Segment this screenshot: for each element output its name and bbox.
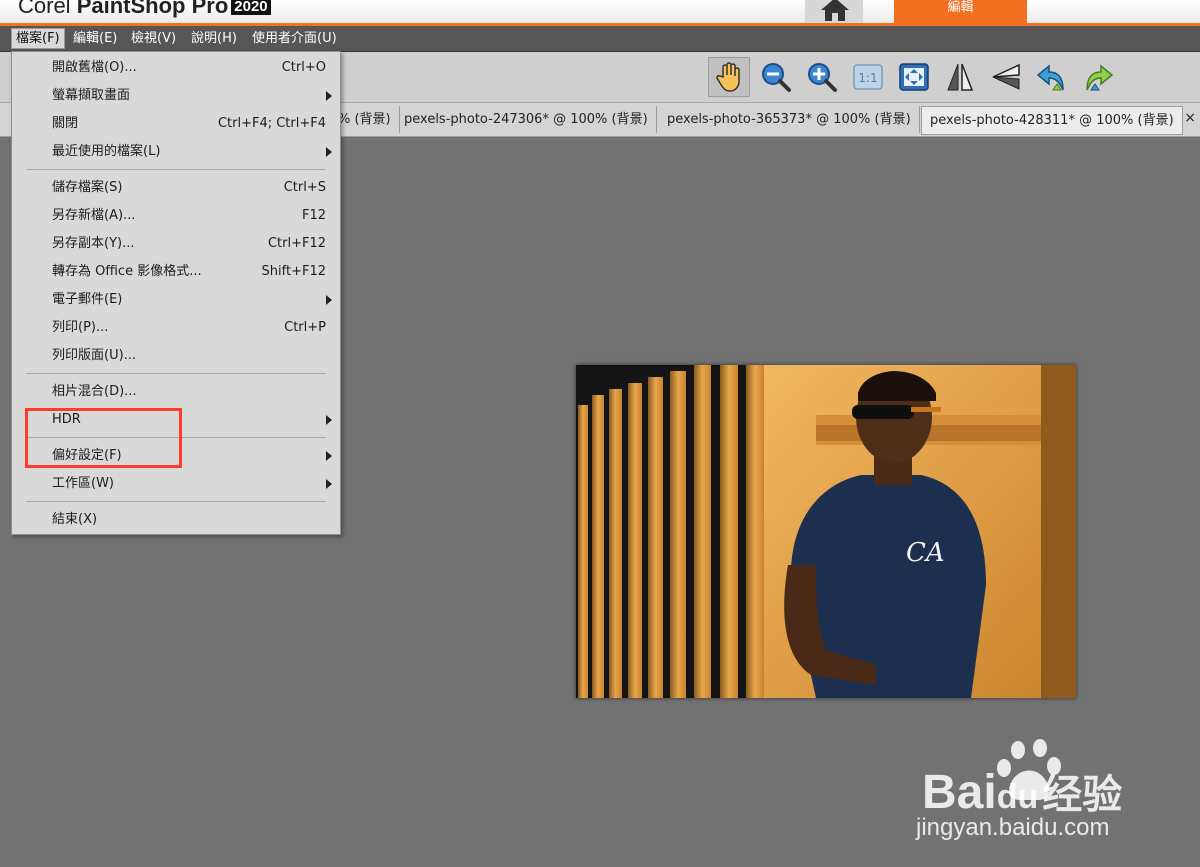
menu-edit[interactable]: 編輯(E) <box>69 29 121 48</box>
menu-export-office[interactable]: 轉存為 Office 影像格式... Shift+F12 <box>12 258 340 286</box>
menu-exit[interactable]: 結束(X) <box>12 506 340 534</box>
menu-recent-files[interactable]: 最近使用的檔案(L) <box>12 138 340 166</box>
rotate-left-button[interactable] <box>1031 57 1073 97</box>
app-logo: Corel PaintShop Pro 2020 <box>18 0 271 19</box>
menu-print-layout[interactable]: 列印版面(U)... <box>12 342 340 370</box>
doc-tab-365373[interactable]: pexels-photo-365373* @ 100% (背景) <box>659 106 920 133</box>
menu-save[interactable]: 儲存檔案(S) Ctrl+S <box>12 174 340 202</box>
menu-workspace[interactable]: 工作區(W) <box>12 470 340 498</box>
watermark-brand2: du <box>996 778 1039 816</box>
submenu-arrow-icon <box>326 91 332 101</box>
watermark-cn: 经验 <box>1042 773 1123 817</box>
home-icon <box>821 0 849 21</box>
menu-view[interactable]: 檢視(V) <box>127 29 180 48</box>
logo-brand: Corel <box>18 0 71 18</box>
fit-to-window-button[interactable] <box>893 57 935 97</box>
photo-image: CA <box>576 365 1076 698</box>
actual-size-icon: 1:1 <box>853 64 883 90</box>
logo-product: PaintShop Pro <box>76 0 229 18</box>
menu-help[interactable]: 說明(H) <box>187 29 241 48</box>
submenu-arrow-icon <box>326 415 332 425</box>
flip-horizontal-icon <box>947 63 974 91</box>
flip-horizontal-button[interactable] <box>939 57 981 97</box>
menu-save-copy[interactable]: 另存副本(Y)... Ctrl+F12 <box>12 230 340 258</box>
tab-close-icon[interactable]: × <box>1184 110 1196 126</box>
menu-close[interactable]: 關閉 Ctrl+F4; Ctrl+F4 <box>12 110 340 138</box>
zoom-out-button[interactable] <box>755 57 797 97</box>
menu-file[interactable]: 檔案(F) <box>11 28 65 49</box>
zoom-out-icon <box>762 63 791 92</box>
canvas-photo[interactable]: CA <box>576 365 1076 698</box>
flip-vertical-icon <box>992 63 1020 90</box>
menu-separator <box>26 169 326 170</box>
logo-year: 2020 <box>231 0 271 15</box>
doc-tab-428311[interactable]: pexels-photo-428311* @ 100% (背景) <box>921 106 1183 135</box>
submenu-arrow-icon <box>326 295 332 305</box>
menu-open[interactable]: 開啟舊檔(O)... Ctrl+O <box>12 54 340 82</box>
submenu-arrow-icon <box>326 479 332 489</box>
pan-tool-button[interactable] <box>708 57 750 97</box>
zoom-in-button[interactable] <box>801 57 843 97</box>
submenu-arrow-icon <box>326 451 332 461</box>
annotation-highlight-box <box>25 408 182 468</box>
rotate-right-button[interactable] <box>1077 57 1119 97</box>
menu-user-interface[interactable]: 使用者介面(U) <box>248 29 341 48</box>
shirt-logo: CA <box>906 538 945 568</box>
doc-tab-247306[interactable]: pexels-photo-247306* @ 100% (背景) <box>396 106 657 133</box>
watermark-brand: Bai <box>922 766 997 819</box>
menu-print[interactable]: 列印(P)... Ctrl+P <box>12 314 340 342</box>
baidu-watermark: Baidu 经验 jingyan.baidu.com <box>916 738 1148 848</box>
rotate-right-icon <box>1086 64 1114 91</box>
flip-vertical-button[interactable] <box>985 57 1027 97</box>
menu-bar: 檔案(F) 編輯(E) 檢視(V) 說明(H) 使用者介面(U) <box>0 26 1200 52</box>
pan-hand-icon <box>716 62 740 92</box>
edit-workspace-tab[interactable]: 編輯 <box>894 0 1027 23</box>
menu-screen-capture[interactable]: 螢幕擷取畫面 <box>12 82 340 110</box>
watermark-url: jingyan.baidu.com <box>916 814 1110 841</box>
actual-size-button[interactable]: 1:1 <box>847 57 889 97</box>
rotate-left-icon <box>1036 64 1064 91</box>
submenu-arrow-icon <box>326 147 332 157</box>
title-bar: Corel PaintShop Pro 2020 編輯 <box>0 0 1200 26</box>
fit-to-window-icon <box>899 63 929 91</box>
menu-save-as[interactable]: 另存新檔(A)... F12 <box>12 202 340 230</box>
menu-photo-blend[interactable]: 相片混合(D)... <box>12 378 340 406</box>
menu-email[interactable]: 電子郵件(E) <box>12 286 340 314</box>
home-tab[interactable] <box>805 0 863 23</box>
menu-separator <box>26 501 326 502</box>
menu-separator <box>26 373 326 374</box>
zoom-in-icon <box>808 63 837 92</box>
svg-text:1:1: 1:1 <box>858 71 877 85</box>
